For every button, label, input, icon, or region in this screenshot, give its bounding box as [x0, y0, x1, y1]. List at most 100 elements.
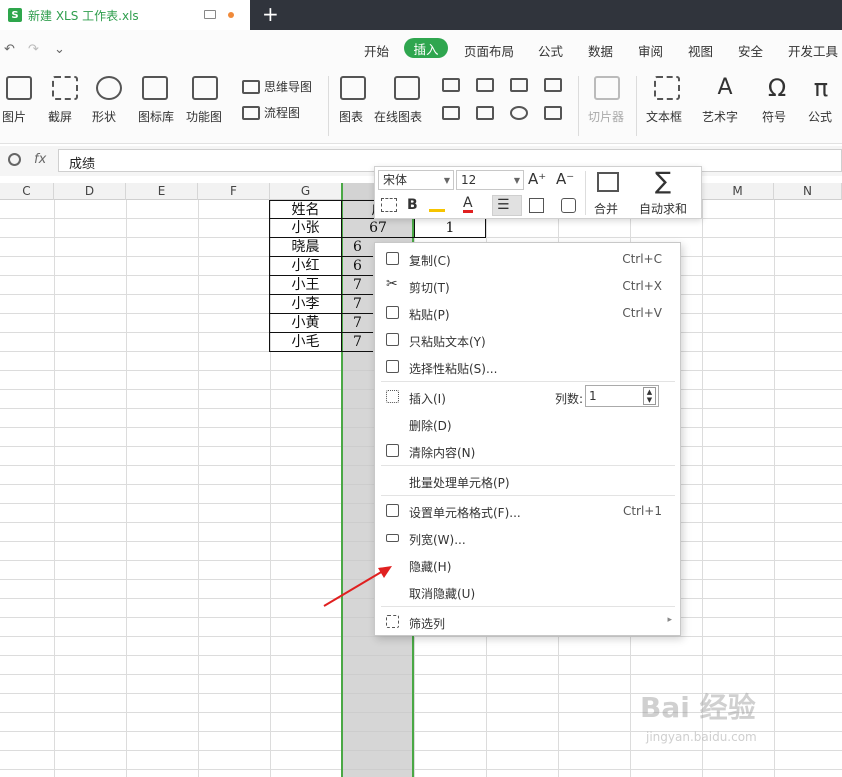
shrink-font-icon[interactable]: A⁻: [556, 170, 574, 188]
borders-icon[interactable]: [529, 198, 544, 213]
menu-paste-text-only[interactable]: 只粘贴文本(Y): [375, 326, 680, 353]
menu-column-width[interactable]: 列宽(W)...: [375, 524, 680, 551]
name-cell[interactable]: 小红: [269, 257, 342, 276]
format-painter-icon[interactable]: [381, 198, 397, 212]
column-header-n[interactable]: N: [774, 183, 842, 200]
menu-home[interactable]: 开始: [364, 41, 389, 60]
name-cell[interactable]: 小黄: [269, 314, 342, 333]
ribbon-chart[interactable]: 图表: [339, 76, 366, 125]
customize-toolbar-icon[interactable]: ⌄: [54, 42, 65, 57]
score-cell[interactable]: 7: [341, 276, 373, 295]
name-cell[interactable]: 小张: [269, 219, 342, 238]
menu-insert-column[interactable]: 插入(I) 列数: 1 ▲ ▼: [375, 383, 680, 410]
sum-icon[interactable]: ∑: [655, 167, 671, 195]
menu-delete[interactable]: 删除(D): [375, 410, 680, 437]
ribbon-picture[interactable]: 图片: [2, 76, 32, 125]
column-chart-icon[interactable]: [476, 78, 494, 92]
ribbon-online-chart[interactable]: 在线图表: [374, 76, 422, 125]
score-cell[interactable]: 6: [341, 238, 373, 257]
menu-data[interactable]: 数据: [588, 41, 613, 60]
column-width-icon: [386, 534, 399, 542]
line-chart-icon[interactable]: [510, 78, 528, 92]
ribbon-wordart[interactable]: A 艺术字: [702, 76, 738, 125]
column-header-f[interactable]: F: [198, 183, 270, 200]
menu-separator: [381, 606, 675, 607]
monitor-icon[interactable]: [204, 10, 216, 19]
merge-icon[interactable]: [597, 172, 619, 192]
autosum-button[interactable]: 自动求和: [639, 200, 687, 217]
fill-color-icon[interactable]: [429, 198, 445, 212]
score-cell[interactable]: 7: [341, 314, 373, 333]
font-color-icon[interactable]: A: [463, 196, 473, 213]
menu-copy[interactable]: 复制(C) Ctrl+C: [375, 245, 680, 272]
column-count-input[interactable]: 1 ▲ ▼: [585, 385, 659, 407]
redo-icon[interactable]: ↷: [28, 42, 39, 57]
fx-icon[interactable]: fx: [34, 152, 46, 167]
menu-clear-contents[interactable]: 清除内容(N): [375, 437, 680, 464]
menu-insert[interactable]: 插入: [404, 38, 448, 58]
copy-icon: [386, 252, 399, 265]
name-cell[interactable]: 小王: [269, 276, 342, 295]
name-cell[interactable]: 晓晨: [269, 238, 342, 257]
menu-hide[interactable]: 隐藏(H): [375, 551, 680, 578]
document-tab[interactable]: S 新建 XLS 工作表.xls: [0, 0, 250, 30]
column-header-c[interactable]: C: [0, 183, 54, 200]
pie-chart-icon[interactable]: [510, 106, 528, 120]
name-cell[interactable]: 小毛: [269, 333, 342, 352]
font-name-combo[interactable]: 宋体 ▼: [378, 170, 454, 190]
menu-format-cells[interactable]: 设置单元格格式(F)... Ctrl+1: [375, 497, 680, 524]
menu-paste-special[interactable]: 选择性粘贴(S)...: [375, 353, 680, 380]
ribbon-symbol[interactable]: Ω 符号: [762, 76, 790, 125]
header-name-cell[interactable]: 姓名: [269, 200, 342, 219]
menu-developer[interactable]: 开发工具: [788, 41, 838, 60]
menu-cut[interactable]: ✂ 剪切(T) Ctrl+X: [375, 272, 680, 299]
ribbon-flowchart[interactable]: 流程图: [242, 104, 300, 121]
menu-security[interactable]: 安全: [738, 41, 763, 60]
score-cell[interactable]: 6: [341, 257, 373, 276]
scatter-chart-icon[interactable]: [544, 106, 562, 120]
extra-cell[interactable]: 1: [414, 219, 486, 238]
score-cell[interactable]: 7: [341, 295, 373, 314]
ribbon-shapes[interactable]: 形状: [92, 76, 122, 125]
ribbon-textbox[interactable]: 文本框: [646, 76, 682, 125]
column-header-m[interactable]: M: [702, 183, 774, 200]
menu-unhide[interactable]: 取消隐藏(U): [375, 578, 680, 605]
score-cell[interactable]: 67: [341, 219, 415, 238]
ribbon-screenshot[interactable]: 截屏: [48, 76, 78, 125]
paste-special-icon: [386, 360, 399, 373]
pi-icon: π: [813, 74, 829, 102]
menu-filter-column[interactable]: 筛选列 ▸: [375, 608, 680, 635]
score-cell[interactable]: 7: [341, 333, 373, 352]
icon-library-icon: [142, 76, 168, 100]
new-tab-button[interactable]: +: [262, 2, 279, 26]
align-button[interactable]: ☰: [492, 195, 522, 216]
textbox-icon: [654, 76, 680, 100]
area-chart-icon[interactable]: [442, 106, 460, 120]
bold-button[interactable]: B: [407, 197, 418, 213]
undo-icon[interactable]: ↶: [4, 42, 15, 57]
menu-view[interactable]: 视图: [688, 41, 713, 60]
name-cell[interactable]: 小李: [269, 295, 342, 314]
spinner-icon[interactable]: ▲ ▼: [643, 387, 656, 405]
menu-batch-process[interactable]: 批量处理单元格(P): [375, 467, 680, 494]
font-size-combo[interactable]: 12 ▼: [456, 170, 524, 190]
menu-review[interactable]: 审阅: [638, 41, 663, 60]
menu-page-layout[interactable]: 页面布局: [464, 41, 514, 60]
column-header-g[interactable]: G: [270, 183, 342, 200]
grow-font-icon[interactable]: A⁺: [528, 170, 546, 188]
ribbon-function-chart[interactable]: 功能图: [186, 76, 222, 125]
menu-formula[interactable]: 公式: [538, 41, 563, 60]
column-header-d[interactable]: D: [54, 183, 126, 200]
merge-button[interactable]: 合并: [594, 200, 618, 217]
radar-chart-icon[interactable]: [544, 78, 562, 92]
ribbon-slicer[interactable]: 切片器: [588, 76, 624, 125]
ribbon-formula[interactable]: π 公式: [808, 76, 834, 125]
stock-chart-icon[interactable]: [476, 106, 494, 120]
zoom-icon[interactable]: [8, 153, 21, 166]
eraser-icon[interactable]: [561, 198, 576, 213]
menu-paste[interactable]: 粘贴(P) Ctrl+V: [375, 299, 680, 326]
bar-chart-icon[interactable]: [442, 78, 460, 92]
column-header-e[interactable]: E: [126, 183, 198, 200]
ribbon-mindmap[interactable]: 思维导图: [242, 78, 312, 95]
ribbon-icon-library[interactable]: 图标库: [138, 76, 174, 125]
